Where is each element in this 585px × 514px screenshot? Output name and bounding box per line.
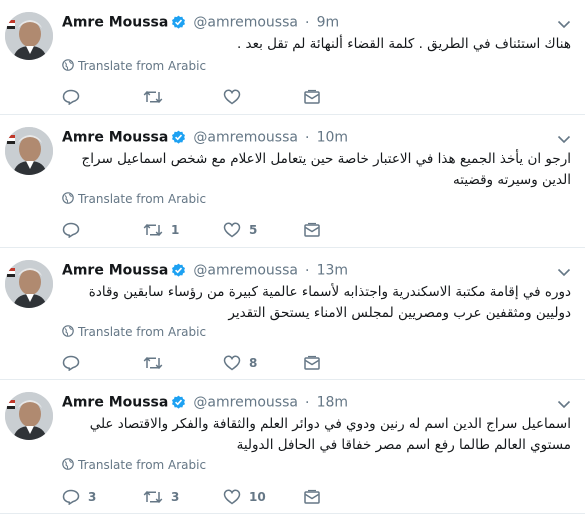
like-icon[interactable] xyxy=(223,489,241,505)
chevron-down-icon[interactable] xyxy=(557,394,571,409)
tweet-actions xyxy=(62,89,362,109)
retweet-button[interactable]: 1 xyxy=(143,222,179,238)
author-handle[interactable]: @amremoussa xyxy=(193,395,298,411)
chevron-down-icon[interactable] xyxy=(557,129,571,144)
direct-message-button[interactable] xyxy=(303,89,321,105)
reply-count: 3 xyxy=(88,490,97,504)
retweet-icon[interactable] xyxy=(143,89,163,105)
author-name[interactable]: Amre Moussa xyxy=(62,15,168,31)
tweet-text: هناك استئناف في الطريق . كلمة القضاء ألن… xyxy=(236,36,571,52)
avatar[interactable] xyxy=(5,12,53,60)
verified-badge-icon xyxy=(171,15,186,30)
tweet-header: Amre Moussa @amremoussa · 13m xyxy=(62,260,348,280)
avatar[interactable] xyxy=(5,260,53,308)
retweet-count: 1 xyxy=(171,223,180,237)
author-name[interactable]: Amre Moussa xyxy=(62,395,168,411)
author-handle[interactable]: @amremoussa xyxy=(193,130,298,146)
verified-badge-icon xyxy=(171,130,186,145)
reply-button[interactable] xyxy=(62,355,88,371)
tweet[interactable]: Amre Moussa @amremoussa · 18m اسماعيل سر… xyxy=(0,380,585,514)
globe-icon xyxy=(62,457,78,473)
translate-label[interactable]: Translate from Arabic xyxy=(78,59,206,73)
chevron-down-icon[interactable] xyxy=(557,14,571,29)
direct-message-button[interactable] xyxy=(303,489,321,505)
retweet-button[interactable] xyxy=(143,355,171,371)
translate-link[interactable]: Translate from Arabic xyxy=(62,324,206,340)
tweet[interactable]: Amre Moussa @amremoussa · 10m ارجو ان يأ… xyxy=(0,115,585,248)
translate-link[interactable]: Translate from Arabic xyxy=(62,191,206,207)
tweet-header: Amre Moussa @amremoussa · 18m xyxy=(62,392,348,412)
tweet-timestamp[interactable]: 9m xyxy=(317,15,340,31)
like-button[interactable]: 10 xyxy=(223,489,266,505)
like-button[interactable]: 5 xyxy=(223,222,257,238)
tweet-actions: 1 5 xyxy=(62,222,362,242)
tweet-text: ارجو ان يأخذ الجميع هذا في الاعتبار خاصة… xyxy=(81,151,571,188)
author-handle[interactable]: @amremoussa xyxy=(193,263,298,279)
author-name[interactable]: Amre Moussa xyxy=(62,263,168,279)
translate-label[interactable]: Translate from Arabic xyxy=(78,458,206,472)
tweet-text: دوره في إقامة مكتبة الاسكندرية واجتذابه … xyxy=(88,284,571,321)
reply-button[interactable]: 3 xyxy=(62,489,96,505)
retweet-icon[interactable] xyxy=(143,489,163,505)
translate-label[interactable]: Translate from Arabic xyxy=(78,192,206,206)
like-icon[interactable] xyxy=(223,222,241,238)
globe-icon xyxy=(62,191,78,207)
reply-icon[interactable] xyxy=(62,89,80,105)
reply-button[interactable] xyxy=(62,89,88,105)
direct-message-button[interactable] xyxy=(303,222,321,238)
retweet-icon[interactable] xyxy=(143,355,163,371)
tweet[interactable]: Amre Moussa @amremoussa · 9m هناك استئنا… xyxy=(0,0,585,115)
retweet-icon[interactable] xyxy=(143,222,163,238)
author-handle[interactable]: @amremoussa xyxy=(193,15,298,31)
globe-icon xyxy=(62,324,78,340)
avatar[interactable] xyxy=(5,392,53,440)
separator-dot: · xyxy=(305,14,310,31)
tweet[interactable]: Amre Moussa @amremoussa · 13m دوره في إق… xyxy=(0,248,585,380)
like-count: 5 xyxy=(249,223,258,237)
tweet-timestamp[interactable]: 10m xyxy=(317,130,348,146)
reply-icon[interactable] xyxy=(62,222,80,238)
separator-dot: · xyxy=(305,129,310,146)
tweet-actions: 8 xyxy=(62,355,362,375)
separator-dot: · xyxy=(305,262,310,279)
separator-dot: · xyxy=(305,394,310,411)
dm-icon[interactable] xyxy=(303,355,321,371)
verified-badge-icon xyxy=(171,395,186,410)
reply-icon[interactable] xyxy=(62,489,80,505)
like-button[interactable] xyxy=(223,89,249,105)
dm-icon[interactable] xyxy=(303,489,321,505)
globe-icon xyxy=(62,58,78,74)
author-name[interactable]: Amre Moussa xyxy=(62,130,168,146)
reply-icon[interactable] xyxy=(62,355,80,371)
tweet-header: Amre Moussa @amremoussa · 10m xyxy=(62,127,348,147)
retweet-button[interactable]: 3 xyxy=(143,489,179,505)
tweet-text: اسماعيل سراج الدين اسم له رنين ودوي في د… xyxy=(89,416,571,453)
dm-icon[interactable] xyxy=(303,89,321,105)
like-icon[interactable] xyxy=(223,89,241,105)
tweet-header: Amre Moussa @amremoussa · 9m xyxy=(62,12,339,32)
retweet-button[interactable] xyxy=(143,89,171,105)
verified-badge-icon xyxy=(171,263,186,278)
translate-link[interactable]: Translate from Arabic xyxy=(62,457,206,473)
retweet-count: 3 xyxy=(171,490,180,504)
like-count: 10 xyxy=(249,490,266,504)
tweet-actions: 3 3 10 xyxy=(62,489,362,509)
dm-icon[interactable] xyxy=(303,222,321,238)
direct-message-button[interactable] xyxy=(303,355,321,371)
like-count: 8 xyxy=(249,356,258,370)
reply-button[interactable] xyxy=(62,222,88,238)
like-icon[interactable] xyxy=(223,355,241,371)
tweet-timestamp[interactable]: 18m xyxy=(317,395,348,411)
avatar[interactable] xyxy=(5,127,53,175)
translate-link[interactable]: Translate from Arabic xyxy=(62,58,206,74)
like-button[interactable]: 8 xyxy=(223,355,257,371)
translate-label[interactable]: Translate from Arabic xyxy=(78,325,206,339)
chevron-down-icon[interactable] xyxy=(557,262,571,277)
tweet-timestamp[interactable]: 13m xyxy=(317,263,348,279)
